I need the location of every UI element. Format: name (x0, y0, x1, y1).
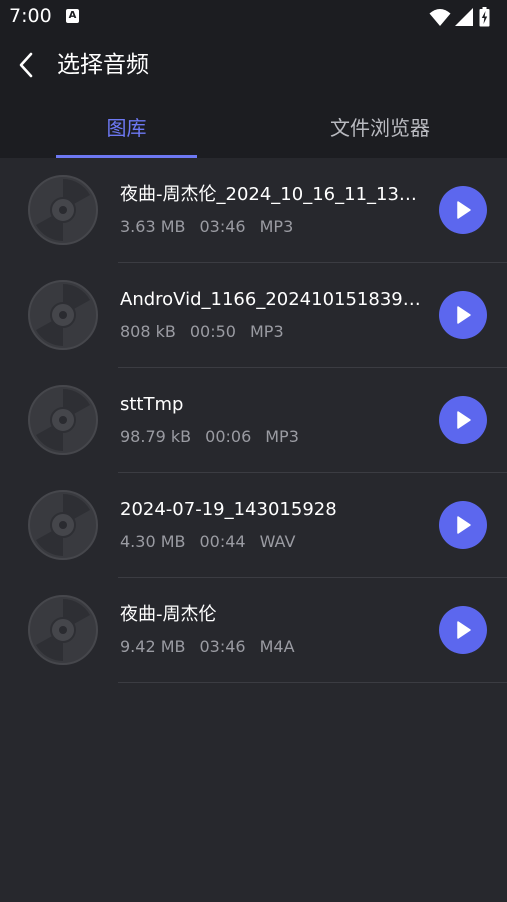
audio-format: MP3 (259, 217, 294, 236)
wifi-icon (429, 9, 451, 26)
header: 7:00 A 选择音频 图库 文件浏览器 (0, 0, 507, 158)
audio-format: MP3 (265, 427, 299, 446)
status-time: 7:00 (9, 5, 52, 27)
play-button[interactable] (439, 396, 487, 444)
divider (118, 682, 507, 683)
play-icon (457, 306, 471, 324)
audio-format: M4A (259, 637, 295, 656)
audio-size: 98.79 kB (120, 427, 192, 446)
tab-file-browser[interactable]: 文件浏览器 (253, 112, 507, 144)
play-button[interactable] (439, 501, 487, 549)
audio-meta: 3.63 MB 03:46 MP3 (120, 216, 307, 238)
page-title: 选择音频 (57, 52, 149, 78)
disc-icon (28, 490, 98, 560)
audio-format: WAV (259, 532, 296, 551)
signal-icon (455, 8, 473, 26)
audio-size: 3.63 MB (120, 217, 186, 236)
audio-title: AndroVid_1166_20241015183912 (120, 289, 422, 310)
list-item[interactable]: 夜曲-周杰伦 9.42 MB 03:46 M4A (0, 578, 507, 683)
audio-duration: 00:50 (189, 322, 236, 341)
audio-title: 夜曲-周杰伦 (120, 604, 217, 625)
list-item[interactable]: AndroVid_1166_20241015183912 808 kB 00:50… (0, 263, 507, 368)
audio-format: MP3 (249, 322, 284, 341)
play-icon (457, 516, 471, 534)
audio-meta: 9.42 MB 03:46 M4A (120, 636, 309, 658)
disc-icon (28, 280, 98, 350)
list-item[interactable]: 夜曲-周杰伦_2024_10_16_11_13_22 3.63 MB 03:46 M… (0, 158, 507, 263)
notification-app-icon: A (66, 9, 79, 23)
disc-icon (28, 385, 98, 455)
back-arrow-icon[interactable] (12, 50, 42, 80)
audio-duration: 03:46 (199, 217, 246, 236)
audio-title: 夜曲-周杰伦_2024_10_16_11_13_22 (120, 184, 422, 205)
audio-duration: 00:06 (205, 427, 252, 446)
status-icons (429, 6, 499, 28)
audio-title: 2024-07-19_143015928 (120, 499, 337, 520)
audio-meta: 4.30 MB 00:44 WAV (120, 531, 309, 553)
play-icon (457, 201, 471, 219)
play-icon (457, 411, 471, 429)
list-item[interactable]: 2024-07-19_143015928 4.30 MB 00:44 WAV (0, 473, 507, 578)
audio-duration: 03:46 (199, 637, 246, 656)
disc-icon (28, 175, 98, 245)
status-bar: 7:00 A (0, 0, 507, 34)
battery-icon (479, 7, 490, 27)
play-button[interactable] (439, 291, 487, 339)
audio-title: sttTmp (120, 394, 184, 415)
audio-meta: 98.79 kB 00:06 MP3 (120, 426, 313, 448)
audio-list: 夜曲-周杰伦_2024_10_16_11_13_22 3.63 MB 03:46 M… (0, 158, 507, 683)
audio-meta: 808 kB 00:50 MP3 (120, 321, 298, 343)
tab-gallery[interactable]: 图库 (56, 112, 197, 144)
disc-icon (28, 595, 98, 665)
play-icon (457, 621, 471, 639)
play-button[interactable] (439, 606, 487, 654)
play-button[interactable] (439, 186, 487, 234)
audio-size: 4.30 MB (120, 532, 186, 551)
audio-size: 9.42 MB (120, 637, 186, 656)
audio-duration: 00:44 (199, 532, 246, 551)
list-item[interactable]: sttTmp 98.79 kB 00:06 MP3 (0, 368, 507, 473)
audio-size: 808 kB (120, 322, 176, 341)
